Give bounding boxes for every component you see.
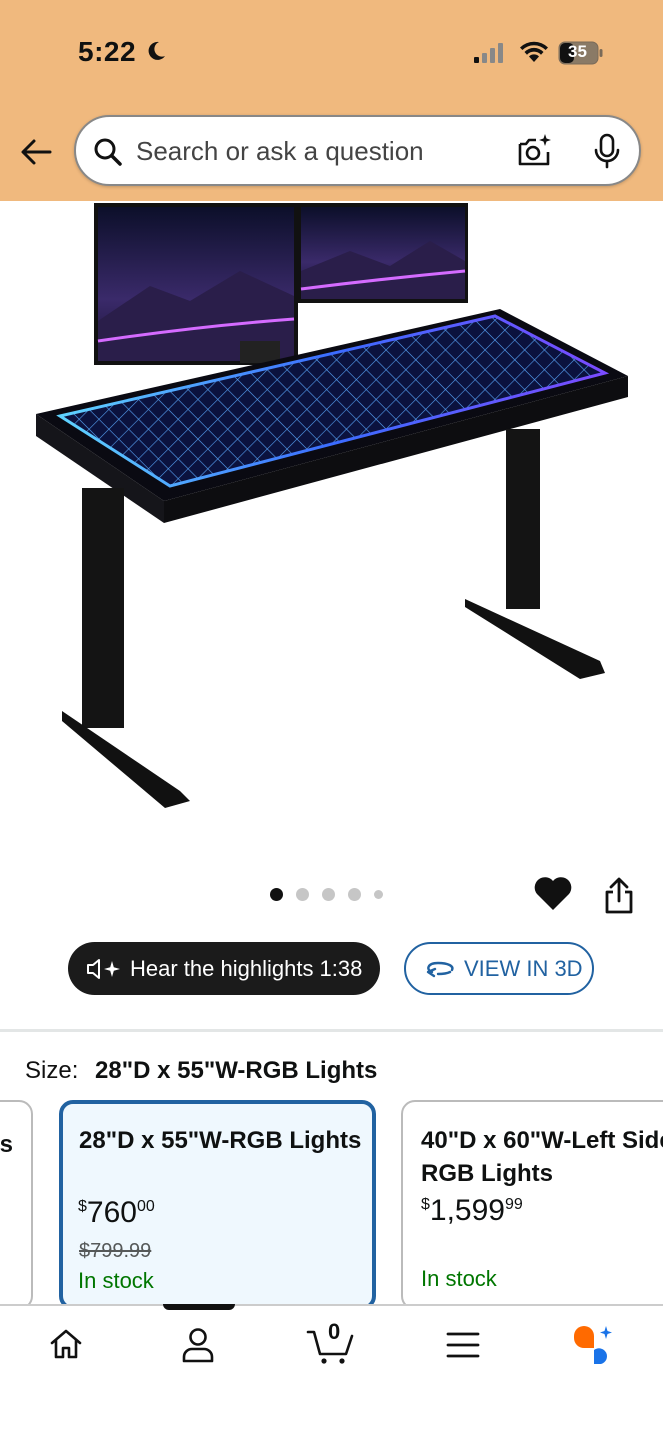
- list-price: $799.99: [79, 1240, 152, 1262]
- size-option-card-selected[interactable]: 28"D x 55"W-RGB Lights $76000 $799.99 In…: [59, 1100, 376, 1310]
- app-header: 5:22 35: [0, 0, 663, 201]
- size-label: Size:: [25, 1057, 79, 1084]
- microphone-icon[interactable]: [590, 132, 624, 170]
- stock-status: In stock: [78, 1268, 154, 1293]
- view-in-3d-label: VIEW IN 3D: [464, 955, 583, 981]
- menu-icon[interactable]: [446, 1330, 480, 1360]
- price: $1,59999: [421, 1194, 523, 1228]
- size-option-title-line1: 40"D x 60"W-Left Side: [421, 1127, 663, 1154]
- hear-highlights-button[interactable]: Hear the highlights 1:38: [68, 942, 380, 995]
- speaker-sparkle-icon: [87, 958, 120, 979]
- gallery-dot[interactable]: [270, 888, 283, 901]
- cart-count-badge: 0: [328, 1319, 341, 1344]
- heart-icon[interactable]: [533, 874, 573, 912]
- price-cents: 99: [504, 1196, 523, 1213]
- size-option-title-line2: RGB Lights: [421, 1160, 553, 1187]
- share-icon[interactable]: [603, 877, 635, 915]
- gallery-dot[interactable]: [348, 888, 361, 901]
- size-option-card[interactable]: 40"D x 60"W-Left Side RGB Lights $1,59999…: [401, 1100, 663, 1310]
- battery-level: 35: [568, 42, 587, 61]
- price-cents: 00: [136, 1198, 155, 1215]
- account-icon[interactable]: [180, 1326, 216, 1364]
- wifi-icon: [520, 41, 548, 62]
- rotate-3d-icon: [426, 961, 454, 977]
- moon-icon: [148, 41, 165, 60]
- price-whole: 1,599: [429, 1194, 505, 1227]
- home-icon[interactable]: [48, 1326, 84, 1362]
- hear-highlights-label: Hear the highlights 1:38: [130, 955, 363, 981]
- camera-icon[interactable]: [516, 132, 554, 170]
- price: $76000: [78, 1196, 155, 1230]
- gallery-dot[interactable]: [374, 890, 383, 899]
- currency-symbol: $: [78, 1198, 87, 1215]
- section-divider: [0, 1029, 663, 1032]
- currency-symbol: $: [421, 1196, 430, 1213]
- back-arrow-icon[interactable]: [18, 134, 54, 170]
- size-selection-label: Size: 28"D x 55"W-RGB Lights: [25, 1057, 377, 1085]
- rufus-assistant-icon[interactable]: [570, 1324, 616, 1366]
- price-whole: 760: [86, 1196, 137, 1229]
- size-option-title: s: [0, 1131, 13, 1158]
- active-tab-indicator: [163, 1304, 235, 1310]
- gallery-dot[interactable]: [322, 888, 335, 901]
- product-image[interactable]: [0, 201, 663, 841]
- search-input[interactable]: [136, 131, 496, 171]
- signal-icon: [474, 43, 503, 63]
- size-option-title: 28"D x 55"W-RGB Lights: [79, 1127, 362, 1154]
- size-option-card[interactable]: s: [0, 1100, 33, 1310]
- status-time: 5:22: [78, 36, 137, 67]
- stock-status: In stock: [421, 1266, 497, 1291]
- search-icon: [94, 138, 122, 166]
- search-bar[interactable]: [74, 115, 641, 186]
- gallery-dot[interactable]: [296, 888, 309, 901]
- view-in-3d-button[interactable]: VIEW IN 3D: [404, 942, 594, 995]
- size-selected-value: 28"D x 55"W-RGB Lights: [95, 1057, 378, 1084]
- gallery-pagination[interactable]: [270, 888, 383, 901]
- size-option-title: 40"D x 60"W-Left Side RGB Lights: [421, 1124, 663, 1190]
